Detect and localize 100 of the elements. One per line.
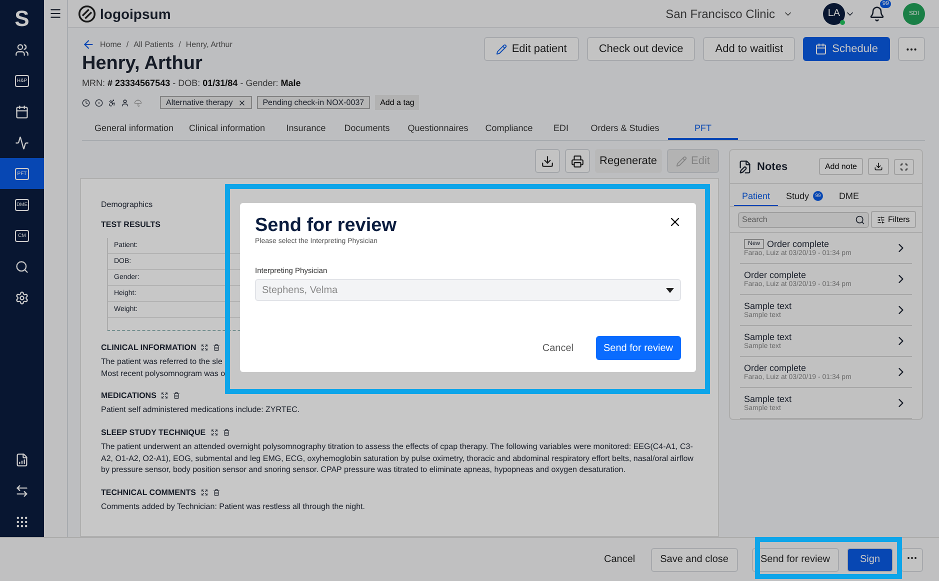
users-icon[interactable] <box>15 42 29 56</box>
breadcrumb-link[interactable]: Henry, Arthur <box>186 40 232 49</box>
calendar-icon <box>815 43 828 55</box>
expand-icon[interactable] <box>161 392 168 400</box>
action-button[interactable]: Edit patient <box>484 37 579 61</box>
section-text: The patient was referred to the sle <box>101 356 222 368</box>
section-title: MEDICATIONS <box>101 391 156 400</box>
breadcrumb-link[interactable]: Home <box>100 40 122 49</box>
add-note-button[interactable]: Add note <box>818 158 863 175</box>
expand-icon[interactable] <box>200 488 208 496</box>
notifications-icon[interactable] <box>869 6 885 22</box>
action-button[interactable]: Check out device <box>586 37 696 61</box>
dialog-title: Send for review <box>255 215 396 237</box>
grid-icon[interactable] <box>15 514 29 528</box>
clinic-dropdown[interactable]: San Francisco Clinic <box>660 6 799 22</box>
user-avatar[interactable]: LA <box>823 2 845 24</box>
pencil-icon <box>676 156 688 166</box>
page-tab[interactable]: Clinical information <box>178 118 276 140</box>
regenerate-button[interactable]: Regenerate <box>594 149 662 173</box>
pencil-icon <box>496 44 507 54</box>
swap-icon[interactable] <box>15 484 29 498</box>
search-field[interactable]: Search <box>738 212 869 228</box>
accessibility-icon <box>108 98 116 106</box>
page-tab[interactable]: Insurance <box>276 118 336 140</box>
collapse-menu-icon[interactable] <box>49 7 62 20</box>
notes-tab[interactable]: Patient <box>734 187 778 206</box>
brand-name: logoipsum <box>100 6 171 22</box>
note-title[interactable]: Order complete <box>744 270 806 280</box>
close-icon <box>668 215 682 229</box>
download-icon <box>874 162 883 171</box>
trash-icon[interactable] <box>173 392 180 400</box>
note-title[interactable]: Sample text <box>744 394 792 404</box>
note-title[interactable]: Sample text <box>744 301 792 311</box>
pulse-icon[interactable] <box>15 136 29 150</box>
trash-icon[interactable] <box>213 344 220 352</box>
note-icon <box>738 160 752 174</box>
page-tab[interactable]: Documents <box>336 118 398 140</box>
expand-icon <box>900 162 908 170</box>
action-button[interactable]: Schedule <box>803 37 890 61</box>
page-tab[interactable]: Orders & Studies <box>582 118 668 140</box>
notes-tab[interactable]: DME <box>831 187 868 206</box>
cancel-button[interactable]: Cancel <box>596 548 644 572</box>
add-tag-button[interactable]: Add a tag <box>375 95 420 110</box>
action-button[interactable]: Add to waitlist <box>703 37 796 61</box>
section-title: CLINICAL INFORMATION <box>101 343 196 352</box>
section-text: Comments added by Technician: Patient was restless all through the night. <box>101 500 365 512</box>
circle-icon <box>95 98 103 106</box>
patient-name: Henry, Arthur <box>82 53 204 75</box>
section-title: TECHNICAL COMMENTS <box>101 488 196 497</box>
tag: Pending check-in NOX-0037 <box>256 96 370 109</box>
remove-icon[interactable] <box>238 98 246 106</box>
logo-icon <box>78 4 96 22</box>
search-icon[interactable] <box>15 260 29 274</box>
page-tab[interactable]: Compliance <box>478 118 540 140</box>
document-heading: Demographics <box>101 199 153 211</box>
umbrella-icon <box>134 98 142 106</box>
app-logo: S <box>14 5 30 33</box>
section-title: TEST RESULTS <box>101 218 160 230</box>
sliders-icon <box>877 216 885 224</box>
breadcrumb-separator: / <box>126 40 129 49</box>
section-text: Most recent polysomnogram was o <box>101 368 226 380</box>
page-tab[interactable]: Questionnaires <box>398 118 478 140</box>
download-button[interactable] <box>868 158 889 175</box>
cancel-button[interactable]: Cancel <box>534 336 582 360</box>
breadcrumb-link[interactable]: All Patients <box>134 40 174 49</box>
note-title[interactable]: Order complete <box>767 239 830 249</box>
person-icon <box>121 98 129 106</box>
breadcrumb-separator: / <box>178 40 181 49</box>
clock-icon <box>82 98 90 106</box>
tag: Alternative therapy <box>160 96 252 109</box>
download-icon <box>540 154 554 168</box>
sign-button[interactable]: Sign <box>846 548 893 572</box>
section-text: Patient self administered medications include: ZYRTEC. <box>101 404 300 416</box>
notes-title: Notes <box>757 160 789 172</box>
print-button[interactable] <box>564 149 590 173</box>
printer-icon <box>570 154 584 168</box>
note-title[interactable]: Sample text <box>744 332 792 342</box>
section-title: SLEEP STUDY TECHNIQUE <box>101 428 206 437</box>
expand-icon[interactable] <box>201 344 208 352</box>
save-close-button[interactable]: Save and close <box>651 548 738 572</box>
report-icon[interactable] <box>15 452 29 466</box>
filters-button[interactable]: Filters <box>871 211 916 228</box>
send-review-button[interactable]: Send for review <box>752 548 839 572</box>
trash-icon[interactable] <box>212 488 220 496</box>
back-arrow-icon[interactable] <box>82 38 95 51</box>
download-button[interactable] <box>534 149 560 173</box>
page-tab[interactable]: General information <box>90 118 178 140</box>
page-tab[interactable]: EDI <box>540 118 582 140</box>
expand-icon[interactable] <box>210 428 218 436</box>
page-tab[interactable]: PFT <box>668 118 738 140</box>
send-review-button[interactable]: Send for review <box>596 336 681 360</box>
section-text: The patient underwent an attended overnight polysomnography titration to assess the effects of cpap therapy. The following variables were monitored: EEG(C4-A1, C3-A2, O1-A2, O2-A1), EOG, submental and leg EMG, ECG, oxyhemoglobin saturation by pulse oximetry, thoracic and abdominal respiratory effort belts, nasal/oral airflow by pressure sensor, body position sensor and snoring sensor. CPAP pressure was titrated to eliminate apneas, hypopneas and oxygen desaturation. <box>101 440 694 476</box>
note-title[interactable]: Order complete <box>744 363 806 373</box>
trash-icon[interactable] <box>222 428 230 436</box>
close-button[interactable] <box>668 215 682 229</box>
patient-details: MRN: # 23334567543 - DOB: 01/31/84 - Gender: Male <box>82 78 302 88</box>
expand-button[interactable] <box>894 158 914 174</box>
settings-icon[interactable] <box>15 290 29 304</box>
caret-icon <box>666 288 674 292</box>
calendar-icon[interactable] <box>15 104 29 118</box>
